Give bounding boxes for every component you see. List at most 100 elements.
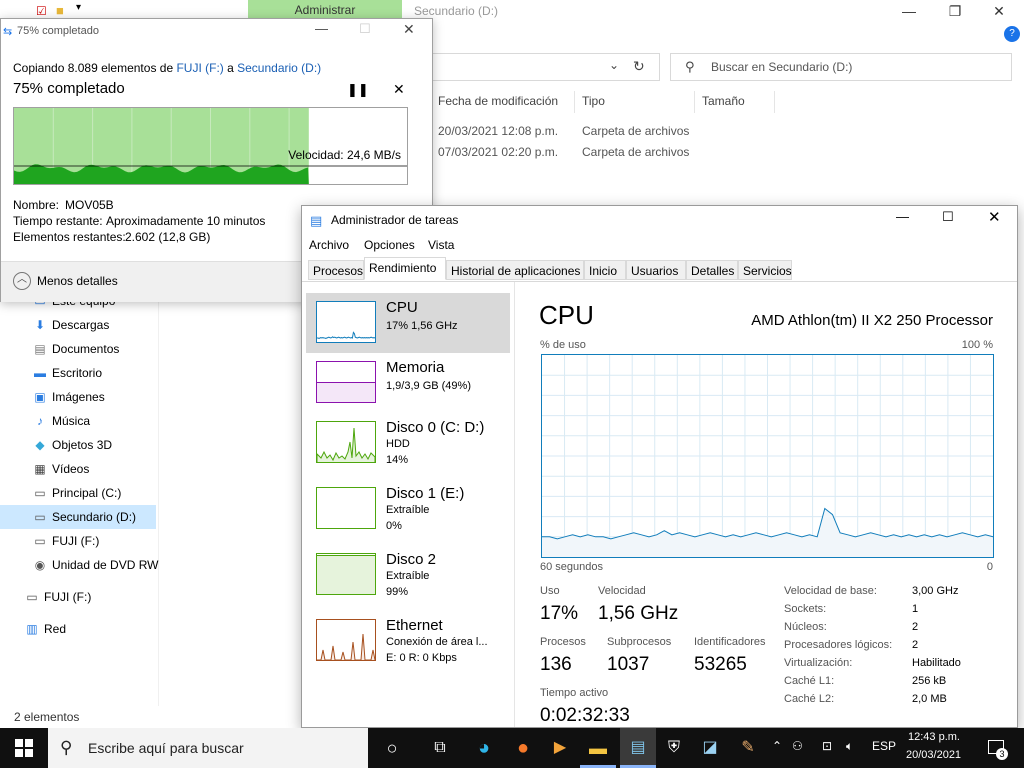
- close-button[interactable]: ✕: [988, 208, 1001, 226]
- nav-item-documents[interactable]: ▤ Documentos: [32, 338, 119, 360]
- destination-link[interactable]: Secundario (D:): [237, 61, 321, 75]
- nav-item-pictures[interactable]: ▣ Imágenes: [32, 386, 105, 408]
- time-axis-right: 0: [986, 561, 993, 573]
- nav-item-desktop[interactable]: ▬ Escritorio: [32, 362, 102, 384]
- search-input[interactable]: ⚲ Buscar en Secundario (D:): [670, 53, 1012, 81]
- refresh-icon[interactable]: ↻: [633, 58, 645, 75]
- nav-item-downloads[interactable]: ⬇ Descargas: [32, 314, 109, 336]
- maximize-button[interactable]: ❐: [932, 0, 978, 24]
- firefox-icon[interactable]: ●: [511, 736, 535, 760]
- resource-disk1[interactable]: Disco 1 (E:) Extraíble 0%: [306, 479, 510, 539]
- row-type[interactable]: Carpeta de archivos: [582, 145, 689, 159]
- clock-date[interactable]: 20/03/2021: [906, 749, 961, 761]
- resource-name: CPU: [386, 299, 418, 316]
- nav-label: FUJI (F:): [52, 534, 100, 548]
- column-divider[interactable]: [694, 91, 695, 113]
- maximize-button[interactable]: ☐: [942, 209, 954, 225]
- menu-options[interactable]: Opciones: [364, 238, 415, 252]
- pause-button[interactable]: ❚❚: [347, 82, 369, 98]
- security-shield-icon[interactable]: ⛨: [662, 736, 686, 760]
- resource-cpu[interactable]: CPU 17% 1,56 GHz: [306, 293, 510, 353]
- window-title: Administrador de tareas: [331, 213, 459, 227]
- processes-label: Procesos: [540, 636, 586, 648]
- less-details-button[interactable]: Menos detalles: [37, 274, 118, 288]
- cortana-icon[interactable]: ○: [380, 736, 404, 760]
- notepad-icon[interactable]: ◪: [698, 736, 722, 760]
- handles-label: Identificadores: [694, 636, 766, 648]
- column-divider[interactable]: [574, 91, 575, 113]
- manage-tab[interactable]: Administrar: [248, 0, 402, 18]
- row-date[interactable]: 20/03/2021 12:08 p.m.: [438, 124, 558, 138]
- row-date[interactable]: 07/03/2021 02:20 p.m.: [438, 145, 558, 159]
- folder-icon[interactable]: ■: [56, 3, 64, 18]
- tab-app-history[interactable]: Historial de aplicaciones: [446, 260, 584, 280]
- items-label: Elementos restantes:: [13, 230, 126, 244]
- minimize-button[interactable]: —: [886, 0, 932, 24]
- language-indicator[interactable]: ESP: [872, 739, 896, 753]
- column-date[interactable]: Fecha de modificación: [438, 94, 558, 108]
- nav-item-music[interactable]: ♪ Música: [32, 410, 90, 432]
- address-bar[interactable]: ⌄ ↻: [432, 53, 660, 81]
- tab-details[interactable]: Detalles: [686, 260, 738, 280]
- cube-icon: ◆: [35, 438, 45, 452]
- properties-icon[interactable]: ☑: [36, 4, 47, 18]
- network-icon[interactable]: ⊡: [822, 739, 832, 753]
- row-type[interactable]: Carpeta de archivos: [582, 124, 689, 138]
- tab-users[interactable]: Usuarios: [626, 260, 686, 280]
- close-button[interactable]: ✕: [403, 21, 415, 38]
- spec-key: Caché L2:: [784, 693, 835, 705]
- people-icon[interactable]: ⚇: [792, 739, 803, 753]
- taskbar-search-input[interactable]: ⚲ Escribe aquí para buscar: [48, 728, 368, 768]
- resource-disk2[interactable]: Disco 2 Extraíble 99%: [306, 545, 510, 605]
- resource-memory[interactable]: Memoria 1,9/3,9 GB (49%): [306, 353, 510, 413]
- task-view-icon[interactable]: ⧉: [428, 736, 452, 760]
- nav-item-videos[interactable]: ▦ Vídeos: [32, 458, 89, 480]
- nav-label: Objetos 3D: [52, 438, 113, 452]
- tab-processes[interactable]: Procesos: [308, 260, 364, 280]
- media-player-icon[interactable]: ▶: [548, 736, 572, 760]
- windows-start-icon[interactable]: [12, 736, 36, 760]
- resource-disk0[interactable]: Disco 0 (C: D:) HDD 14%: [306, 413, 510, 473]
- nav-label: Imágenes: [52, 390, 105, 404]
- chevron-up-icon[interactable]: ⌃: [772, 739, 782, 753]
- minimize-button[interactable]: —: [315, 21, 328, 36]
- nav-item-3d-objects[interactable]: ◆ Objetos 3D: [32, 434, 112, 456]
- chevron-down-icon[interactable]: ▾: [76, 2, 81, 13]
- items-value: 2.602 (12,8 GB): [125, 230, 211, 244]
- uptime-value: 0:02:32:33: [540, 705, 630, 726]
- drive-icon: ▭: [34, 510, 46, 524]
- resource-ethernet[interactable]: Ethernet Conexión de área l... E: 0 R: 0…: [306, 611, 510, 671]
- name-value: MOV05B: [65, 198, 114, 212]
- task-manager-icon: ▤: [310, 213, 323, 228]
- taskbar: ⚲ Escribe aquí para buscar ○ ⧉ ◕ ● ▶ ▬ ▤…: [0, 728, 1024, 768]
- volume-icon[interactable]: 🔈︎: [846, 739, 853, 754]
- nav-item-drive-d[interactable]: ▭ Secundario (D:): [32, 506, 136, 528]
- column-size[interactable]: Tamaño: [702, 94, 745, 108]
- disk2-thumbnail: [316, 553, 376, 595]
- menu-file[interactable]: Archivo: [309, 238, 349, 252]
- source-link[interactable]: FUJI (F:): [176, 61, 223, 75]
- edge-icon[interactable]: ◕: [472, 736, 496, 760]
- nav-item-drive-c[interactable]: ▭ Principal (C:): [32, 482, 121, 504]
- minimize-button[interactable]: —: [896, 209, 909, 224]
- chevron-up-icon[interactable]: ︿: [13, 272, 31, 290]
- task-manager-icon[interactable]: ▤: [626, 736, 650, 760]
- nav-item-network[interactable]: ▥ Red: [24, 618, 66, 640]
- column-divider[interactable]: [774, 91, 775, 113]
- tab-services[interactable]: Servicios: [738, 260, 792, 280]
- nav-item-fuji[interactable]: ▭ FUJI (F:): [24, 586, 91, 608]
- menu-view[interactable]: Vista: [428, 238, 454, 252]
- nav-item-drive-f[interactable]: ▭ FUJI (F:): [32, 530, 99, 552]
- close-button[interactable]: ✕: [976, 0, 1022, 24]
- clock-time[interactable]: 12:43 p.m.: [908, 731, 960, 743]
- help-icon[interactable]: ?: [1004, 26, 1020, 42]
- cancel-button[interactable]: ✕: [393, 81, 405, 98]
- file-explorer-icon[interactable]: ▬: [586, 736, 610, 760]
- pane-divider[interactable]: [514, 282, 515, 727]
- paint-icon[interactable]: ✎: [736, 736, 760, 760]
- tab-startup[interactable]: Inicio: [584, 260, 626, 280]
- nav-item-dvd[interactable]: ◉ Unidad de DVD RW: [32, 554, 159, 576]
- tab-performance[interactable]: Rendimiento: [364, 257, 446, 280]
- column-type[interactable]: Tipo: [582, 94, 605, 108]
- chevron-down-icon[interactable]: ⌄: [609, 58, 619, 72]
